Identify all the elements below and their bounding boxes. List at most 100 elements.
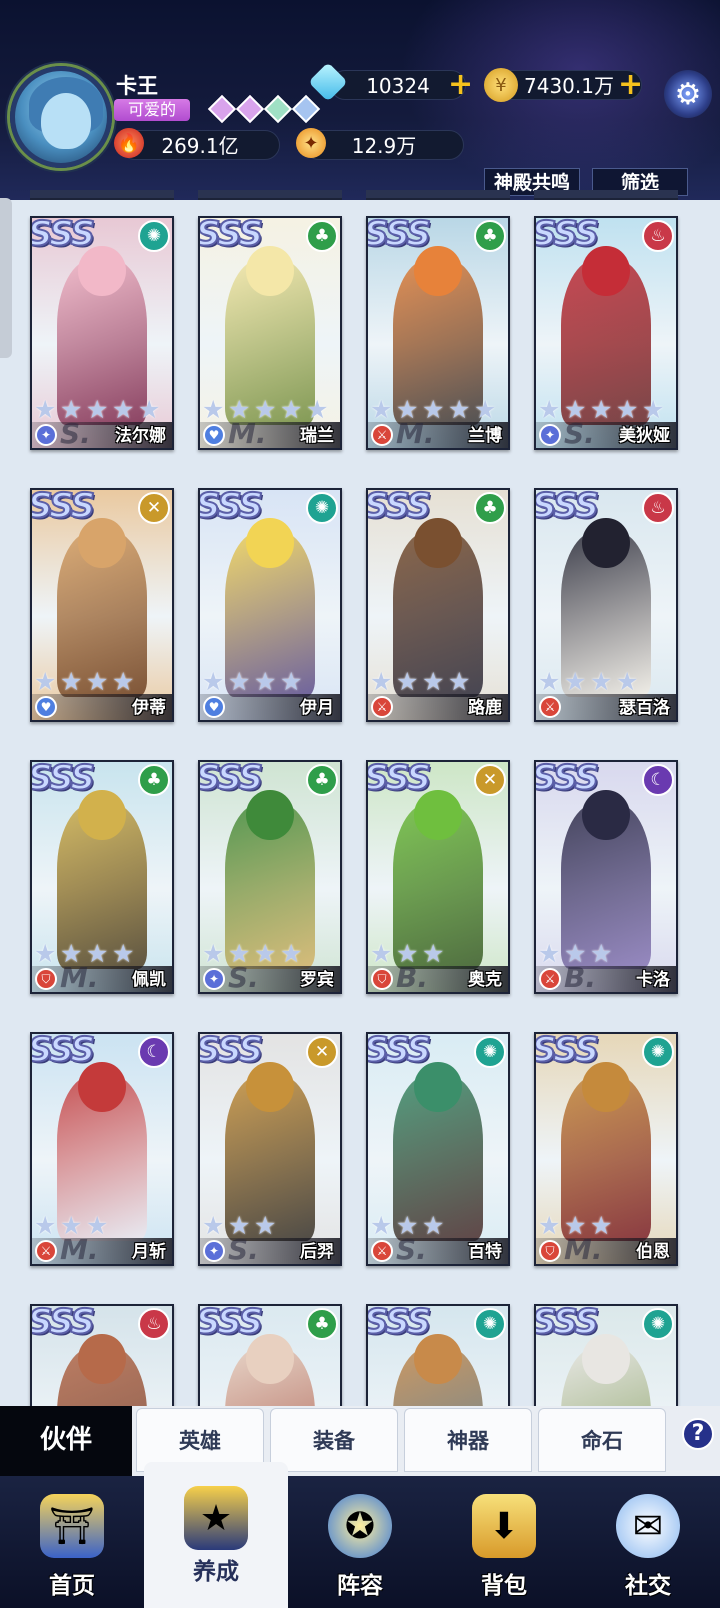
light-element-icon: ✕	[306, 1036, 338, 1068]
tab-partners[interactable]: 伙伴	[0, 1406, 132, 1484]
hero-grade-letter: M.	[228, 417, 267, 450]
hero-card[interactable]: SSS ✕ ★ ★ ★ ★ ♥ 伊蒂	[30, 488, 174, 722]
hero-card[interactable]: SSS ✕ ★ ★ ★ ✦ S. 后羿	[198, 1032, 342, 1266]
nav-home-label: 首页	[49, 1572, 95, 1599]
rarity-sss-label: SSS	[366, 1032, 432, 1071]
hero-card-partial[interactable]	[30, 190, 174, 200]
hero-card[interactable]: SSS ✺ ★ ★ ★ ⛉ M. 伯恩	[534, 1032, 678, 1266]
hero-card[interactable]: SSS ♣ ★ ★ ★ ★ ★ ♥ M. 瑞兰	[198, 216, 342, 450]
flame-power-icon: 🔥	[114, 128, 144, 158]
tank-class-icon: ⛉	[35, 968, 57, 990]
hero-grade-letter: S.	[60, 417, 91, 450]
title-gem-icon	[207, 94, 237, 124]
nav-lineup[interactable]: ✪ 阵容	[288, 1476, 432, 1608]
rarity-sss-label: SSS	[30, 216, 96, 255]
star-icon: ★	[538, 1211, 561, 1240]
hero-card[interactable]: SSS ☾ ★ ★ ★ ⚔ B. 卡洛	[534, 760, 678, 994]
diamond-counter: 10324	[330, 70, 466, 100]
dps-class-icon: ⚔	[539, 968, 561, 990]
rarity-sss-label: SSS	[198, 1032, 264, 1071]
hero-grade-letter: M.	[60, 961, 99, 994]
settings-gear-icon[interactable]: ⚙	[664, 70, 712, 118]
star-icon: ★	[370, 395, 393, 424]
star-icon: ★	[86, 667, 109, 696]
hero-name: 美狄娅	[619, 426, 670, 446]
tab-equipment[interactable]: 装备	[270, 1408, 398, 1472]
wind-element-icon: ✺	[642, 1308, 674, 1340]
hero-card[interactable]: SSS ✺	[534, 1304, 678, 1406]
star-icon: ★	[370, 667, 393, 696]
hero-name: 法尔娜	[115, 426, 166, 446]
hero-card-partial[interactable]	[534, 190, 678, 200]
hero-name: 路鹿	[468, 698, 502, 718]
hero-card-partial[interactable]	[198, 190, 342, 200]
wind-element-icon: ✺	[306, 492, 338, 524]
rarity-sss-label: SSS	[534, 1304, 600, 1343]
title-gem-icon	[291, 94, 321, 124]
tab-artifacts[interactable]: 神器	[404, 1408, 532, 1472]
rarity-sss-label: SSS	[30, 1304, 96, 1343]
rarity-sss-label: SSS	[198, 216, 264, 255]
hero-card[interactable]: SSS ♨ ★ ★ ★ ★ ★ ✦ S. 美狄娅	[534, 216, 678, 450]
tank-class-icon: ⛉	[539, 1240, 561, 1262]
star-icon: ★	[642, 395, 665, 424]
wind-element-icon: ✺	[642, 1036, 674, 1068]
nav-backpack-label: 背包	[481, 1572, 527, 1599]
help-question-icon[interactable]: ?	[682, 1418, 714, 1450]
rarity-sss-label: SSS	[534, 216, 600, 255]
hero-card[interactable]: SSS ♣ ★ ★ ★ ★ ⚔ 路鹿	[366, 488, 510, 722]
heal-class-icon: ♥	[35, 696, 57, 718]
add-gold-plus-icon[interactable]: +	[618, 70, 643, 100]
diamond-amount: 10324	[366, 74, 430, 98]
star-icon: ★	[112, 667, 135, 696]
hero-grade-letter: M.	[396, 417, 435, 450]
rarity-sss-label: SSS	[534, 1032, 600, 1071]
hero-card[interactable]: SSS ✺ ★ ★ ★ ⚔ S. 百特	[366, 1032, 510, 1266]
hero-card[interactable]: SSS ♨ ★ ★ ★ ★ ⚔ 瑟百洛	[534, 488, 678, 722]
nav-develop[interactable]: ★ 养成	[144, 1462, 288, 1608]
nav-home[interactable]: ⛩ 首页	[0, 1476, 144, 1608]
bottom-navigation: ⛩ 首页 ★ 养成 ✪ 阵容 ⬇ 背包 ✉ 社交	[0, 1462, 720, 1608]
player-avatar[interactable]	[10, 66, 112, 168]
dps-class-icon: ⚔	[539, 696, 561, 718]
hero-card[interactable]: SSS ✺	[366, 1304, 510, 1406]
rarity-sss-label: SSS	[198, 1304, 264, 1343]
backpack-icon: ⬇	[472, 1494, 536, 1558]
shield-star-icon: ✪	[328, 1494, 392, 1558]
gold-amount: 7430.1万	[524, 74, 614, 98]
wind-element-icon: ✺	[138, 220, 170, 252]
player-title-badge[interactable]: 可爱的	[114, 99, 191, 121]
hero-card[interactable]: SSS ♣ ★ ★ ★ ★ ✦ S. 罗宾	[198, 760, 342, 994]
tab-fate-stones[interactable]: 命石	[538, 1408, 666, 1472]
mage-class-icon: ✦	[539, 424, 561, 446]
gold-coin-icon: ¥	[484, 68, 518, 102]
hero-card[interactable]: SSS ✺ ★ ★ ★ ★ ♥ 伊月	[198, 488, 342, 722]
star-icon: ★	[616, 667, 639, 696]
hero-card[interactable]: SSS ♣ ★ ★ ★ ★ ★ ⚔ M. 兰博	[366, 216, 510, 450]
honor-display: 12.9万	[304, 130, 464, 160]
nav-backpack[interactable]: ⬇ 背包	[432, 1476, 576, 1608]
rarity-sss-label: SSS	[366, 216, 432, 255]
hero-card[interactable]: SSS ✺ ★ ★ ★ ★ ★ ✦ S. 法尔娜	[30, 216, 174, 450]
star-icon: ★	[112, 395, 135, 424]
hero-name: 后羿	[300, 1242, 334, 1262]
star-icon: ★	[616, 395, 639, 424]
nav-social[interactable]: ✉ 社交	[576, 1476, 720, 1608]
hero-grade-letter: B.	[564, 961, 596, 994]
add-diamond-plus-icon[interactable]: +	[448, 70, 473, 100]
star-icon: ★	[370, 1211, 393, 1240]
mage-class-icon: ✦	[203, 968, 225, 990]
hero-card[interactable]: SSS ☾ ★ ★ ★ ⚔ M. 月斩	[30, 1032, 174, 1266]
star-rating: ★ ★ ★ ★	[34, 667, 138, 696]
star-rating: ★ ★ ★ ★ ★	[370, 395, 500, 424]
hero-card[interactable]: SSS ♣	[198, 1304, 342, 1406]
hero-name: 奥克	[468, 970, 502, 990]
star-icon: ★	[280, 667, 303, 696]
hero-name: 罗宾	[300, 970, 334, 990]
hero-card[interactable]: SSS ♨	[30, 1304, 174, 1406]
hero-card-partial[interactable]	[366, 190, 510, 200]
hero-card[interactable]: SSS ✕ ★ ★ ★ ⛉ B. 奥克	[366, 760, 510, 994]
star-icon: ★	[306, 395, 329, 424]
hero-name: 卡洛	[636, 970, 670, 990]
hero-card[interactable]: SSS ♣ ★ ★ ★ ★ ⛉ M. 佩凯	[30, 760, 174, 994]
